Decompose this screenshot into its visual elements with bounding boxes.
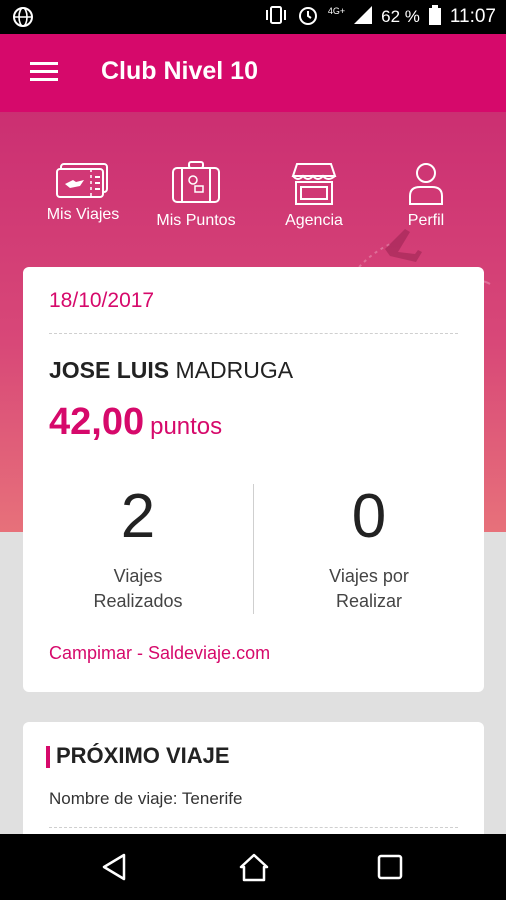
alarm-icon	[297, 4, 319, 31]
app-title: Club Nivel 10	[101, 57, 258, 85]
agency-link[interactable]: Campimar - Saldeviaje.com	[49, 643, 270, 664]
home-icon	[239, 853, 269, 882]
card-date: 18/10/2017	[49, 289, 155, 312]
points-display: 42,00 puntos	[49, 401, 222, 444]
divider	[49, 827, 458, 828]
points-unit: puntos	[150, 413, 223, 440]
stat-label: Viajes por Realizar	[254, 564, 484, 614]
back-button[interactable]	[100, 852, 128, 887]
next-trip-title: PRÓXIMO VIAJE	[56, 743, 230, 768]
next-trip-card[interactable]: PRÓXIMO VIAJE Nombre de viaje: Tenerife	[23, 722, 484, 852]
nav-label: Mis Viajes	[46, 206, 120, 223]
nav-label: Mis Puntos	[156, 212, 236, 229]
suitcase-icon	[172, 161, 220, 203]
nav-perfil[interactable]: Perfil	[397, 160, 455, 240]
stat-label-line: Viajes por	[329, 566, 409, 586]
home-button[interactable]	[238, 852, 270, 887]
ticket-icon	[56, 163, 108, 198]
battery-icon	[428, 4, 441, 30]
stat-label-line: Viajes	[113, 566, 163, 586]
globe-icon	[12, 6, 34, 33]
accent-bar	[46, 746, 50, 768]
stat-label-line: Realizados	[93, 591, 183, 611]
stat-viajes-por-realizar: 0 Viajes por Realizar	[254, 482, 484, 614]
divider	[49, 333, 458, 334]
signal-icon	[354, 5, 373, 29]
nav-label: Perfil	[407, 212, 445, 229]
nav-mis-puntos[interactable]: Mis Puntos	[153, 160, 239, 240]
recents-icon	[377, 854, 403, 880]
user-first-name: JOSE LUIS	[49, 357, 170, 383]
stat-value: 0	[351, 482, 387, 551]
app-bar: Club Nivel 10	[0, 34, 506, 112]
points-value: 42,00	[49, 401, 145, 443]
user-name: JOSE LUIS MADRUGA	[49, 357, 293, 384]
hamburger-icon	[30, 62, 58, 81]
vibrate-icon	[264, 5, 288, 30]
stat-label: Viajes Realizados	[23, 564, 253, 614]
user-last-name: MADRUGA	[175, 357, 294, 383]
status-bar: 4G+ 62 % 11:07	[0, 0, 506, 34]
stat-value: 2	[120, 482, 156, 551]
store-icon	[291, 163, 337, 205]
stat-label-line: Realizar	[335, 591, 403, 611]
battery-percent: 62 %	[381, 7, 420, 26]
nav-label: Agencia	[285, 212, 343, 229]
back-icon	[102, 853, 126, 881]
nav-agencia[interactable]: Agencia	[277, 160, 351, 240]
menu-button[interactable]	[30, 60, 60, 84]
system-nav-bar	[0, 834, 506, 900]
nav-mis-viajes[interactable]: Mis Viajes	[42, 160, 124, 240]
recents-button[interactable]	[376, 852, 404, 887]
summary-card: 18/10/2017 JOSE LUIS MADRUGA 42,00 puntos…	[23, 267, 484, 692]
clock: 11:07	[449, 6, 496, 27]
network-type: 4G+	[327, 6, 346, 16]
next-trip-name: Nombre de viaje: Tenerife	[49, 789, 243, 808]
stat-viajes-realizados: 2 Viajes Realizados	[23, 482, 253, 614]
person-icon	[409, 163, 443, 205]
